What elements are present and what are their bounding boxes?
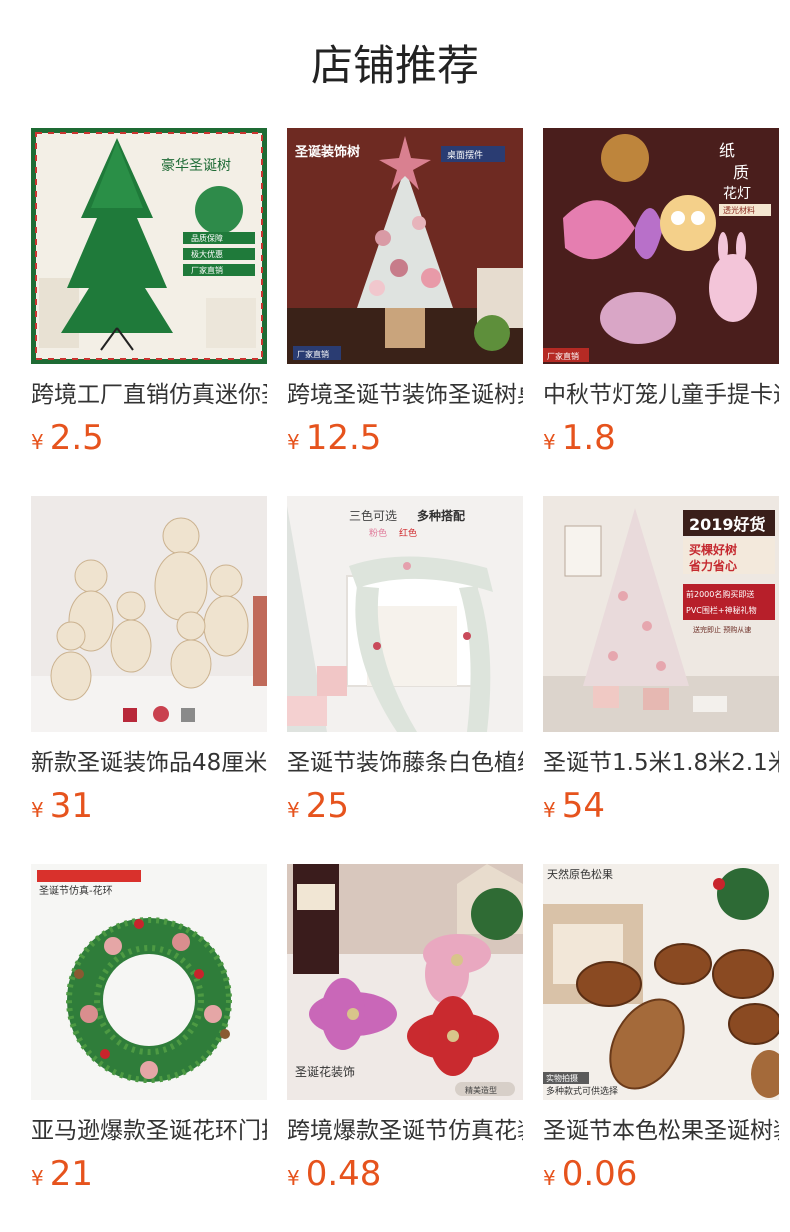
svg-text:红色: 红色	[399, 527, 417, 539]
svg-text:极大优惠: 极大优惠	[191, 249, 223, 259]
svg-text:圣诞装饰树: 圣诞装饰树	[295, 144, 360, 160]
page-title: 店铺推荐	[310, 41, 479, 90]
product-name[interactable]: 跨境圣诞节装饰圣诞树桌面摆件	[287, 378, 523, 412]
currency-symbol: ¥	[287, 798, 300, 822]
product-name[interactable]: 跨境工厂直销仿真迷你圣诞树	[31, 378, 267, 412]
product-name[interactable]: 圣诞节1.5米1.8米2.1米植绒圣诞树	[543, 746, 779, 780]
svg-text:厂家直销: 厂家直销	[547, 351, 579, 361]
svg-text:圣诞花装饰: 圣诞花装饰	[295, 1064, 355, 1079]
product-price: ¥0.48	[287, 1152, 523, 1196]
svg-text:三色可选: 三色可选	[349, 509, 397, 523]
product-card[interactable]: 纸 质 花灯 透光材料 厂家直销 中秋节灯笼儿童手提卡通花灯 ¥1.8	[543, 128, 779, 460]
product-price: ¥1.8	[543, 416, 779, 460]
svg-text:买棵好树: 买棵好树	[689, 542, 737, 557]
currency-symbol: ¥	[543, 798, 556, 822]
svg-text:纸: 纸	[719, 141, 735, 160]
product-image[interactable]: 圣诞花装饰 精美造型	[287, 864, 523, 1100]
currency-symbol: ¥	[287, 430, 300, 454]
price-value: 54	[561, 786, 605, 826]
svg-text:2019好货: 2019好货	[689, 515, 766, 534]
product-card[interactable]: 新款圣诞装饰品48厘米雪人公仔 ¥31	[31, 496, 267, 828]
product-card[interactable]: 圣诞装饰树 桌面摆件 厂家直销 跨境圣诞节装饰圣诞树桌面摆件 ¥12.5	[287, 128, 523, 460]
flocked-tree-image: 2019好货 买棵好树 省力省心 前2000名购买即送 PVC围栏+神秘礼物 送…	[543, 496, 779, 732]
svg-text:厂家直销: 厂家直销	[191, 265, 223, 275]
product-name[interactable]: 跨境爆款圣诞节仿真花装饰	[287, 1114, 523, 1148]
product-image[interactable]	[31, 496, 267, 732]
svg-text:送完即止 预购从速: 送完即止 预购从速	[693, 625, 751, 634]
svg-text:豪华圣诞树: 豪华圣诞树	[161, 158, 231, 174]
price-value: 21	[49, 1154, 93, 1194]
product-image[interactable]: 圣诞节仿真-花环	[31, 864, 267, 1100]
svg-text:PVC围栏+神秘礼物: PVC围栏+神秘礼物	[686, 605, 757, 615]
price-value: 0.06	[561, 1154, 638, 1194]
svg-text:圣诞节仿真-花环: 圣诞节仿真-花环	[39, 884, 113, 897]
product-card[interactable]: 豪华圣诞树 品质保障 极大优惠 厂家直销 跨境工厂直销仿真迷你圣诞树 ¥2.5	[31, 128, 267, 460]
product-image[interactable]: 豪华圣诞树 品质保障 极大优惠 厂家直销	[31, 128, 267, 364]
svg-text:省力省心: 省力省心	[688, 558, 737, 573]
product-name[interactable]: 亚马逊爆款圣诞花环门挂装饰	[31, 1114, 267, 1148]
product-price: ¥31	[31, 784, 267, 828]
tabletop-tree-image: 圣诞装饰树 桌面摆件 厂家直销	[287, 128, 523, 364]
currency-symbol: ¥	[543, 430, 556, 454]
product-image[interactable]: 天然原色松果 实物拍摄 多种款式可供选择	[543, 864, 779, 1100]
product-image[interactable]: 纸 质 花灯 透光材料 厂家直销	[543, 128, 779, 364]
svg-text:天然原色松果: 天然原色松果	[547, 867, 613, 881]
currency-symbol: ¥	[543, 1166, 556, 1190]
product-name[interactable]: 新款圣诞装饰品48厘米雪人公仔	[31, 746, 267, 780]
product-price: ¥25	[287, 784, 523, 828]
svg-text:质: 质	[733, 163, 749, 182]
currency-symbol: ¥	[287, 1166, 300, 1190]
christmas-tree-image: 豪华圣诞树 品质保障 极大优惠 厂家直销	[31, 128, 267, 364]
svg-text:前2000名购买即送: 前2000名购买即送	[686, 589, 754, 599]
product-image[interactable]: 2019好货 买棵好树 省力省心 前2000名购买即送 PVC围栏+神秘礼物 送…	[543, 496, 779, 732]
svg-text:厂家直销: 厂家直销	[297, 349, 329, 359]
product-price: ¥54	[543, 784, 779, 828]
pine-cones-image: 天然原色松果 实物拍摄 多种款式可供选择	[543, 864, 779, 1100]
product-price: ¥0.06	[543, 1152, 779, 1196]
product-image[interactable]: 圣诞装饰树 桌面摆件 厂家直销	[287, 128, 523, 364]
product-card[interactable]: 天然原色松果 实物拍摄 多种款式可供选择 圣诞节本色松果圣诞树装饰 ¥0.06	[543, 864, 779, 1196]
price-value: 12.5	[305, 418, 382, 458]
product-card[interactable]: 圣诞节仿真-花环 亚马逊爆款圣诞花环门挂装饰 ¥21	[31, 864, 267, 1196]
svg-text:多种搭配: 多种搭配	[417, 508, 465, 523]
product-name[interactable]: 中秋节灯笼儿童手提卡通花灯	[543, 378, 779, 412]
price-value: 1.8	[561, 418, 616, 458]
svg-text:多种款式可供选择: 多种款式可供选择	[546, 1085, 618, 1097]
product-image[interactable]: 三色可选 多种搭配 粉色 红色	[287, 496, 523, 732]
currency-symbol: ¥	[31, 798, 44, 822]
snowman-figurines-image	[31, 496, 267, 732]
paper-lantern-image: 纸 质 花灯 透光材料 厂家直销	[543, 128, 779, 364]
currency-symbol: ¥	[31, 1166, 44, 1190]
product-card[interactable]: 2019好货 买棵好树 省力省心 前2000名购买即送 PVC围栏+神秘礼物 送…	[543, 496, 779, 828]
product-name[interactable]: 圣诞节本色松果圣诞树装饰	[543, 1114, 779, 1148]
christmas-wreath-image: 圣诞节仿真-花环	[31, 864, 267, 1100]
price-value: 2.5	[49, 418, 104, 458]
svg-text:品质保障: 品质保障	[191, 233, 223, 243]
price-value: 0.48	[305, 1154, 382, 1194]
garland-image: 三色可选 多种搭配 粉色 红色	[287, 496, 523, 732]
product-price: ¥12.5	[287, 416, 523, 460]
svg-text:桌面摆件: 桌面摆件	[447, 149, 483, 161]
artificial-flowers-image: 圣诞花装饰 精美造型	[287, 864, 523, 1100]
currency-symbol: ¥	[31, 430, 44, 454]
price-value: 31	[49, 786, 93, 826]
product-card[interactable]: 三色可选 多种搭配 粉色 红色 圣诞节装饰藤条白色植绒藤条 ¥25	[287, 496, 523, 828]
svg-text:透光材料: 透光材料	[723, 205, 755, 215]
svg-text:精美造型: 精美造型	[465, 1085, 497, 1095]
svg-text:花灯: 花灯	[723, 186, 751, 202]
product-price: ¥21	[31, 1152, 267, 1196]
product-name[interactable]: 圣诞节装饰藤条白色植绒藤条	[287, 746, 523, 780]
svg-text:粉色: 粉色	[369, 527, 387, 539]
svg-text:实物拍摄: 实物拍摄	[546, 1073, 578, 1083]
price-value: 25	[305, 786, 349, 826]
product-card[interactable]: 圣诞花装饰 精美造型 跨境爆款圣诞节仿真花装饰 ¥0.48	[287, 864, 523, 1196]
product-price: ¥2.5	[31, 416, 267, 460]
